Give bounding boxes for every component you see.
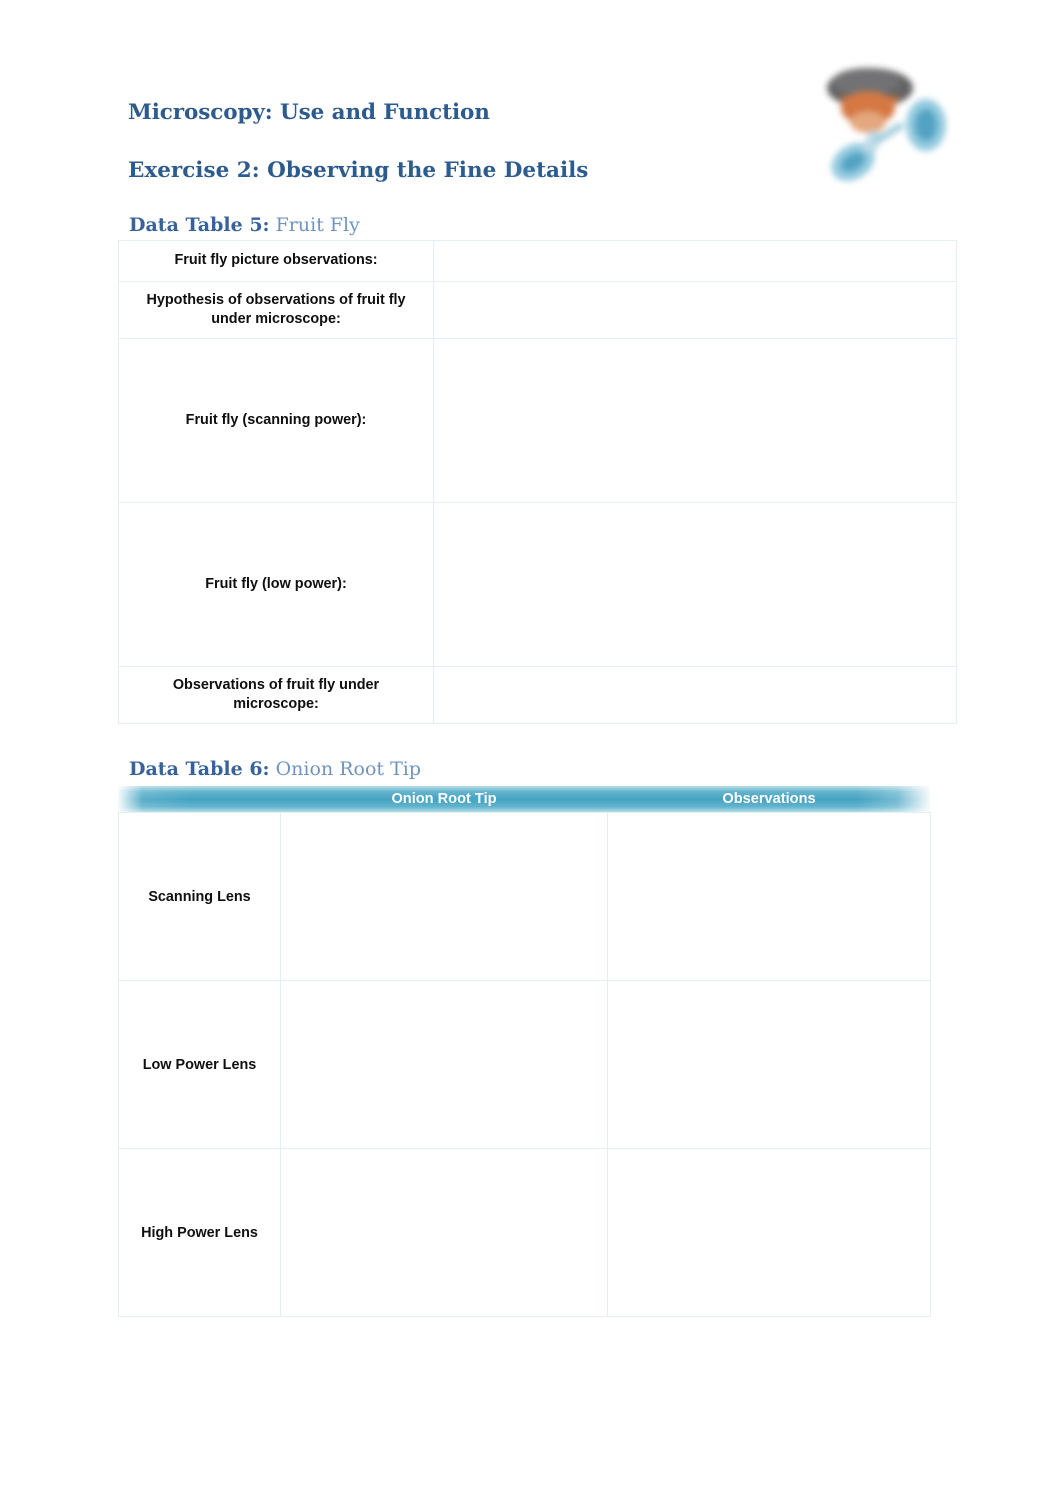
row-label-cell: Hypothesis of observations of fruit fly …: [118, 281, 434, 339]
lens-label-cell: High Power Lens: [118, 1148, 281, 1317]
row-answer-cell[interactable]: [433, 502, 957, 667]
onion-root-tip-cell[interactable]: [280, 980, 608, 1149]
onion-root-tip-cell[interactable]: [280, 1148, 608, 1317]
row-label-cell: Observations of fruit fly under microsco…: [118, 666, 434, 724]
observations-cell[interactable]: [607, 980, 931, 1149]
table-row: Hypothesis of observations of fruit fly …: [118, 281, 957, 339]
row-label-cell: Fruit fly picture observations:: [118, 240, 434, 282]
page-title: Microscopy: Use and Function: [128, 100, 490, 125]
data-table-5-caption-label: Data Table 5:: [129, 214, 270, 236]
data-table-5-caption: Data Table 5: Fruit Fly: [129, 214, 360, 236]
observations-cell[interactable]: [607, 812, 931, 981]
column-header-lens: [119, 786, 281, 813]
row-label-cell: Fruit fly (scanning power):: [118, 338, 434, 503]
data-table-5: Fruit fly picture observations: Hypothesi…: [118, 240, 957, 724]
lens-label-cell: Low Power Lens: [118, 980, 281, 1149]
data-table-6-caption: Data Table 6: Onion Root Tip: [129, 758, 421, 780]
exercise-title: Exercise 2: Observing the Fine Details: [128, 158, 589, 183]
row-label-cell: Fruit fly (low power):: [118, 502, 434, 667]
heading-block: Microscopy: Use and Function Exercise 2:…: [128, 100, 768, 183]
row-answer-cell[interactable]: [433, 338, 957, 503]
data-table-6-caption-subject: Onion Root Tip: [275, 758, 421, 780]
data-table-6-head: Onion Root Tip Observations: [119, 786, 931, 813]
row-answer-cell[interactable]: [433, 240, 957, 282]
onion-root-tip-cell[interactable]: [280, 812, 608, 981]
data-table-6-header-row: Onion Root Tip Observations: [119, 786, 931, 813]
data-table-6-caption-label: Data Table 6:: [129, 758, 270, 780]
column-header-observations: Observations: [722, 791, 816, 807]
data-table-6-body: Scanning Lens Low Power Lens High Power Le…: [118, 812, 931, 1317]
microscope-illustration-icon: [827, 68, 946, 181]
row-answer-cell[interactable]: [433, 281, 957, 339]
table-row: Fruit fly (scanning power):: [118, 338, 957, 503]
table-row: Fruit fly (low power):: [118, 502, 957, 667]
table-row: Observations of fruit fly under microsco…: [118, 666, 957, 724]
row-answer-cell[interactable]: [433, 666, 957, 724]
table-row: High Power Lens: [118, 1148, 931, 1317]
document-page: Microscopy: Use and Function Exercise 2:…: [0, 0, 1062, 1506]
data-table-6: Onion Root Tip Observations Scanning Len…: [118, 786, 931, 1317]
observations-cell[interactable]: [607, 1148, 931, 1317]
table-row: Fruit fly picture observations:: [118, 240, 957, 282]
lens-label-cell: Scanning Lens: [118, 812, 281, 981]
data-table-5-body: Fruit fly picture observations: Hypothesi…: [118, 240, 957, 724]
table-row: Low Power Lens: [118, 980, 931, 1149]
column-header-onion-root-tip: Onion Root Tip: [391, 791, 497, 807]
table-row: Scanning Lens: [118, 812, 931, 981]
data-table-5-caption-subject: Fruit Fly: [275, 214, 360, 236]
